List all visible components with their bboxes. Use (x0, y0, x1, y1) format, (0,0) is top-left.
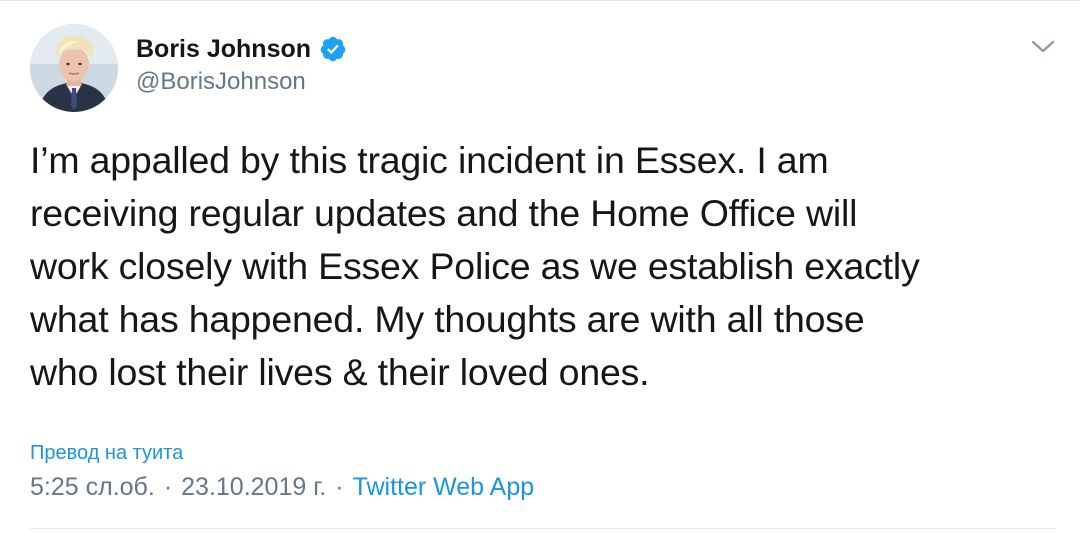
tweet-time[interactable]: 5:25 сл.об. (30, 470, 155, 504)
avatar[interactable] (30, 24, 118, 112)
tweet-card: Boris Johnson @BorisJohnson I’m appalled… (0, 0, 1080, 533)
avatar-image (30, 24, 118, 112)
chevron-down-icon (1031, 40, 1055, 53)
tweet-menu-button[interactable] (1028, 34, 1058, 60)
meta-separator: · (335, 473, 344, 501)
tweet-source-link[interactable]: Twitter Web App (353, 470, 535, 504)
bottom-divider (30, 528, 1056, 529)
tweet-meta: 5:25 сл.об. · 23.10.2019 г. · Twitter We… (30, 470, 534, 504)
display-name[interactable]: Boris Johnson (136, 32, 311, 66)
verified-badge-icon (319, 35, 347, 63)
top-divider (0, 0, 1080, 1)
tweet-text: I’m appalled by this tragic incident in … (30, 139, 920, 393)
meta-separator: · (163, 473, 173, 501)
translate-tweet-link[interactable]: Превод на туита (30, 440, 183, 466)
tweet-date[interactable]: 23.10.2019 г. (181, 470, 326, 504)
author-handle[interactable]: @BorisJohnson (136, 66, 306, 98)
author-name-row[interactable]: Boris Johnson (136, 32, 347, 66)
